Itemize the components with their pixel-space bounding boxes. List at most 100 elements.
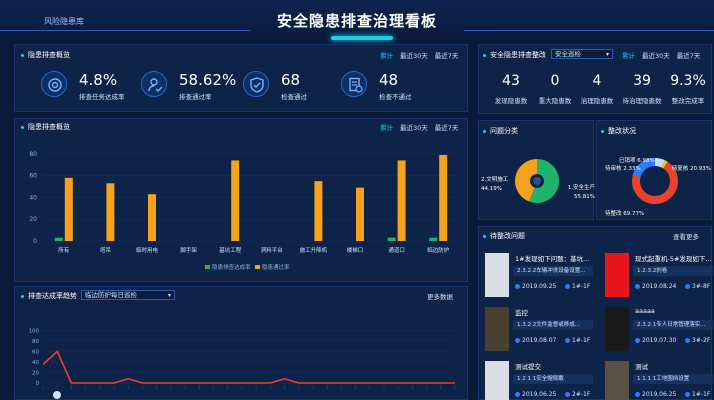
trend-line-chart: 0 20 40 60 80 100: [29, 328, 456, 389]
problem-category-panel: 问题分类 1.安全生产 55.81% 2.文明施工 44.19%: [478, 120, 595, 220]
problem-thumbnail[interactable]: [485, 307, 509, 351]
x-tick-label: 通道口: [388, 246, 405, 254]
rectify-status-donut: 已销项 6.98%待审核 2.33% 待整改 69.77% 待复核 20.93%: [605, 156, 711, 217]
clock-icon: [635, 392, 640, 397]
clock-icon: [635, 284, 640, 289]
problem-title: 现式起重机-5#发现如下...: [635, 255, 712, 263]
stat-label: 排查通过率: [179, 93, 212, 101]
more-data-link[interactable]: 更多数据: [427, 291, 453, 301]
stat-value: 58.62%: [179, 71, 237, 89]
y-tick-label: 100: [29, 328, 40, 334]
problem-category: 2.3.2.2车辆冲洗设备设置...: [513, 266, 593, 276]
problem-location: 3#-8F: [685, 283, 710, 290]
overview-title: 隐患排查概览: [21, 50, 70, 60]
problem-location: 1#-1F: [565, 337, 590, 344]
tab-total[interactable]: 累计: [380, 52, 393, 60]
y-tick-label: 0: [36, 381, 40, 387]
rectify-panel: 安全隐患排查整改 安全巡检 ▾ 累计 最近30天 最近7天 43 发现隐患数 0 重大隐患…: [478, 44, 712, 114]
problem-category: 1.1.1.1工地围挡设置: [633, 374, 713, 384]
bar-pass-rate: [439, 154, 448, 241]
title-underline: [331, 36, 393, 40]
bar-chart-title: 隐患排查概览: [21, 122, 70, 132]
select-value: 安全巡检: [555, 50, 581, 58]
document-x-icon: [341, 71, 367, 97]
target-icon: [41, 71, 67, 97]
x-tick-label: 洞料平台: [261, 246, 284, 254]
location-icon: [685, 284, 690, 289]
bar-pass-rate: [356, 187, 364, 241]
page-title: 安全隐患排查治理看板: [276, 12, 437, 30]
problem-location: 1#-1F: [565, 283, 590, 290]
bar-pass-rate: [314, 181, 323, 241]
problem-title: aaaaa: [635, 307, 655, 315]
tab-7d[interactable]: 最近7天: [435, 52, 459, 60]
donut-label: 待复核 20.93%: [672, 164, 711, 172]
bar-achievement: [387, 237, 396, 241]
y-tick-label: 60: [32, 349, 39, 355]
y-tick-label: 20: [32, 370, 39, 376]
problem-date: 2019.09.25: [515, 283, 556, 290]
x-tick-label: 所有: [58, 246, 70, 254]
problem-date: 2019.06.25: [635, 391, 676, 398]
problem-date: 2019.07.30: [635, 337, 676, 344]
location-icon: [565, 392, 570, 397]
legend-swatch: [255, 265, 260, 269]
bar-pass-rate: [106, 183, 115, 241]
bar-chart-panel: 隐患排查概览 累计 最近30天 最近7天 0 20 40 60 80 所有 塔吊 临时用电 脚手架 基…: [14, 118, 468, 282]
stat-value: 48: [379, 71, 399, 89]
y-tick-label: 40: [29, 194, 37, 201]
location-icon: [565, 338, 570, 343]
problem-thumbnail[interactable]: [485, 253, 509, 297]
problem-date: 2019.08.24: [635, 283, 676, 290]
pie-percent: 44.19%: [481, 186, 502, 192]
problem-thumbnail[interactable]: [605, 253, 629, 297]
problem-date: 2019.06.25: [515, 391, 556, 398]
shield-check-icon: [243, 71, 269, 97]
pending-list-panel: 待整改问题 查看更多 1#发现如下问题：基坑... 2.3.2.2车辆冲洗设备设置…: [478, 226, 713, 400]
problem-category: 1.2.1.1安全帽佩戴: [513, 374, 593, 384]
select-value: 临边防护每日巡检: [85, 291, 137, 299]
donut-label: 已销项 6.98%: [619, 156, 655, 164]
pie-label: 1.安全生产: [568, 183, 595, 191]
trend-line: [42, 350, 455, 384]
rectify-type-select[interactable]: 安全巡检 ▾: [551, 49, 613, 59]
trend-task-select[interactable]: 临边防护每日巡检 ▾: [81, 290, 175, 300]
person-check-icon: [141, 71, 167, 97]
problem-date: 2019.08.07: [515, 337, 556, 344]
stat-value: 68: [281, 71, 301, 89]
y-tick-label: 20: [29, 216, 37, 223]
view-more-link[interactable]: 查看更多: [673, 231, 699, 241]
tab-total[interactable]: 累计: [622, 52, 635, 60]
problem-thumbnail[interactable]: [605, 361, 629, 400]
tab-30d[interactable]: 最近30天: [400, 52, 428, 60]
stat-pending: 39 待治理隐患数: [622, 73, 662, 105]
tab-total[interactable]: 累计: [380, 124, 393, 132]
stat-completion: 9.3% 整改完成率: [670, 73, 706, 105]
stat-value: 4.8%: [79, 71, 118, 89]
problem-thumbnail[interactable]: [485, 361, 509, 400]
tab-30d[interactable]: 最近30天: [400, 124, 428, 132]
y-tick-label: 80: [32, 339, 39, 345]
x-tick-label: 楼梯口: [347, 246, 364, 254]
tab-7d[interactable]: 最近7天: [677, 52, 701, 60]
tab-30d[interactable]: 最近30天: [642, 52, 670, 60]
list-title: 待整改问题: [483, 231, 525, 241]
problem-category: 1.2.3.2刹卷: [633, 266, 713, 276]
bar-achievement: [54, 237, 63, 241]
decorative-logo-icon: [53, 391, 61, 399]
location-icon: [565, 284, 570, 289]
tab-7d[interactable]: 最近7天: [435, 124, 459, 132]
problem-thumbnail[interactable]: [605, 307, 629, 351]
donut-label: 待审核 2.33%: [605, 164, 641, 172]
rectify-title: 安全隐患排查整改: [483, 50, 546, 60]
y-tick-label: 0: [33, 238, 37, 245]
rectify-status-panel: 整改状况 已销项 6.98% 待审核 2.33% 待整改 69.77% 待复核 20.…: [596, 120, 712, 220]
x-tick-label: 塔吊: [100, 246, 111, 254]
bar-chart: 0 20 40 60 80 所有 塔吊 临时用电 脚手架 基坑工程 洞料平台 施工升降机 楼梯口 通道口 临…: [29, 151, 459, 271]
problem-category: 2.3.2.1专人日常管理落实...: [633, 320, 713, 330]
clock-icon: [515, 392, 520, 397]
clock-icon: [515, 284, 520, 289]
bar-pass-rate: [397, 160, 406, 241]
problem-title: 监控: [515, 309, 528, 317]
problem-category: 1.3.2.2文件监督或移成...: [513, 320, 593, 330]
